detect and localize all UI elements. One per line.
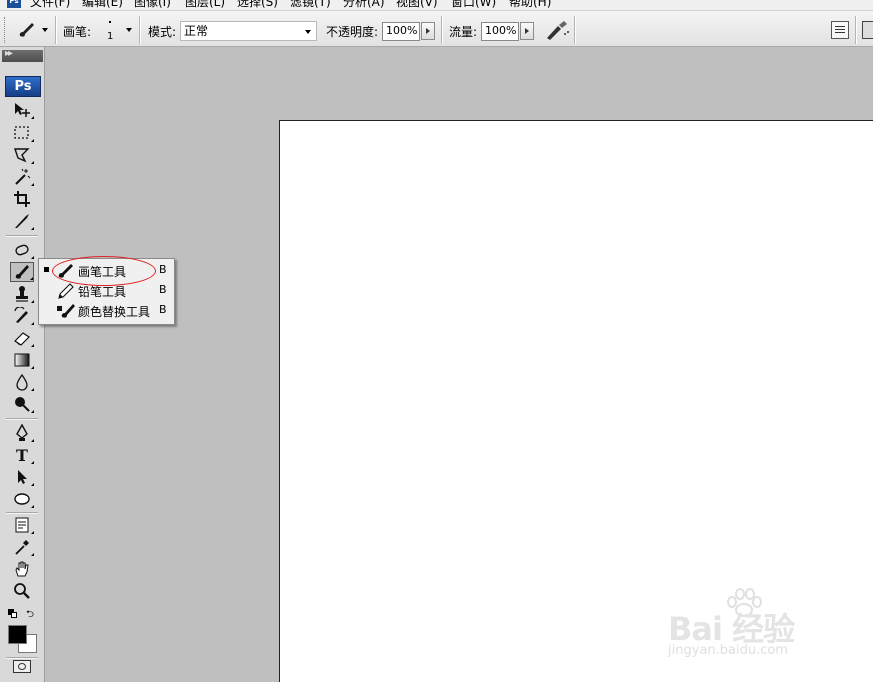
expand-arrows-icon: ▸▸ [5,48,13,59]
options-bar: 画笔: 1 模式: 正常 不透明度: 100% 流量: 100% [0,10,873,47]
separator [139,16,141,44]
blur-tool[interactable] [10,372,34,392]
flow-label: 流量: [449,25,478,39]
mode-label: 模式: [148,25,177,39]
toolbox-header[interactable]: ▸▸ [2,48,43,62]
move-tool[interactable] [10,100,34,120]
airbrush-icon[interactable] [544,19,570,41]
toolbox-divider [6,235,38,237]
brush-tool[interactable] [10,262,34,282]
zoom-tool[interactable] [10,581,34,601]
lasso-tool[interactable] [10,145,34,165]
brush-label: 画笔: [63,25,92,39]
menu-analysis[interactable]: 分析(A) [343,0,385,10]
menu-filter[interactable]: 滤镜(T) [290,0,331,10]
crop-icon [14,191,30,207]
shape-tool[interactable] [10,489,34,509]
separator [441,16,443,44]
quick-mask-icon[interactable] [13,660,31,673]
menu-layer[interactable]: 图层(L) [185,0,225,10]
brush-icon [57,262,75,279]
separator [55,16,57,44]
flyout-item-pencil[interactable]: 铅笔工具 B [39,281,174,300]
crop-tool[interactable] [10,189,34,209]
app-icon: Ps [7,0,21,8]
menu-edit[interactable]: 编辑(E) [82,0,123,10]
opacity-value: 100% [386,24,418,37]
ps-logo[interactable]: Ps [5,76,41,97]
magic-wand-tool[interactable] [10,167,34,187]
opacity-input[interactable]: 100% [382,22,420,41]
menu-file[interactable]: 文件(F) [30,0,70,10]
brush-size-value: 1 [107,31,114,42]
healing-brush-tool[interactable] [10,240,34,260]
clone-stamp-tool[interactable] [10,284,34,304]
slice-tool[interactable] [10,211,34,231]
menu-select[interactable]: 选择(S) [237,0,278,10]
default-colors-icon[interactable] [8,609,17,618]
eyedropper-tool[interactable] [10,537,34,557]
toolbox: ▸▸ Ps T ⮌ [0,47,45,682]
toolbox-divider [6,657,38,659]
notes-tool[interactable] [10,515,34,535]
watermark-url: jingyan.baidu.com [668,643,788,658]
flow-slider-button[interactable] [520,22,534,40]
separator [855,16,857,44]
menu-help[interactable]: 帮助(H) [509,0,551,10]
mode-value: 正常 [184,24,209,38]
shortcut-key: B [159,263,167,276]
selected-bullet-icon [44,267,49,272]
eraser-tool[interactable] [10,328,34,348]
swap-colors-icon[interactable]: ⮌ [26,607,34,624]
color-replacement-icon [57,302,75,319]
type-icon: T [16,445,28,465]
pencil-icon [57,282,75,299]
flyout-item-color-replacement[interactable]: 颜色替换工具 B [39,301,174,320]
flyout-item-brush[interactable]: 画笔工具 B [39,261,174,280]
baidu-watermark: Bai 经验 jingyan.baidu.com [668,588,838,668]
palette-well-icon[interactable] [831,21,849,39]
toolbox-divider [6,418,38,420]
options-grip[interactable] [4,17,7,43]
opacity-label: 不透明度: [326,25,379,39]
hand-tool[interactable] [10,559,34,579]
toolbox-divider [6,512,38,514]
brush-tool-flyout-menu: 画笔工具 B 铅笔工具 B 颜色替换工具 B [38,258,175,325]
menu-view[interactable]: 视图(V) [396,0,438,10]
menu-bar: Ps 文件(F) 编辑(E) 图像(I) 图层(L) 选择(S) 滤镜(T) 分… [0,0,873,10]
gradient-tool[interactable] [10,350,34,370]
opacity-slider-button[interactable] [421,22,435,40]
separator [574,16,576,44]
brush-preset-icon[interactable] [16,20,38,40]
foreground-color-swatch[interactable] [8,625,27,644]
chevron-down-icon [305,30,311,34]
shortcut-key: B [159,303,167,316]
flyout-label: 画笔工具 [78,265,127,279]
brush-picker-arrow[interactable] [126,28,132,32]
history-brush-tool[interactable] [10,306,34,326]
flow-value: 100% [485,24,517,37]
menu-window[interactable]: 窗口(W) [451,0,496,10]
flyout-label: 铅笔工具 [78,285,127,299]
pen-tool[interactable] [10,423,34,443]
dodge-tool[interactable] [10,394,34,414]
marquee-tool[interactable] [10,123,34,143]
bridge-icon[interactable] [862,21,873,39]
hand-icon [15,561,29,577]
shortcut-key: B [159,283,167,296]
brush-preset-dropdown-arrow[interactable] [42,28,48,32]
flow-input[interactable]: 100% [481,22,519,41]
menu-image[interactable]: 图像(I) [134,0,171,10]
type-tool[interactable]: T [10,445,34,465]
brush-picker[interactable]: 1 [100,18,120,44]
magnifier-icon [14,583,30,599]
flyout-label: 颜色替换工具 [78,305,151,319]
mode-select[interactable]: 正常 [180,21,317,41]
path-selection-tool[interactable] [10,467,34,487]
